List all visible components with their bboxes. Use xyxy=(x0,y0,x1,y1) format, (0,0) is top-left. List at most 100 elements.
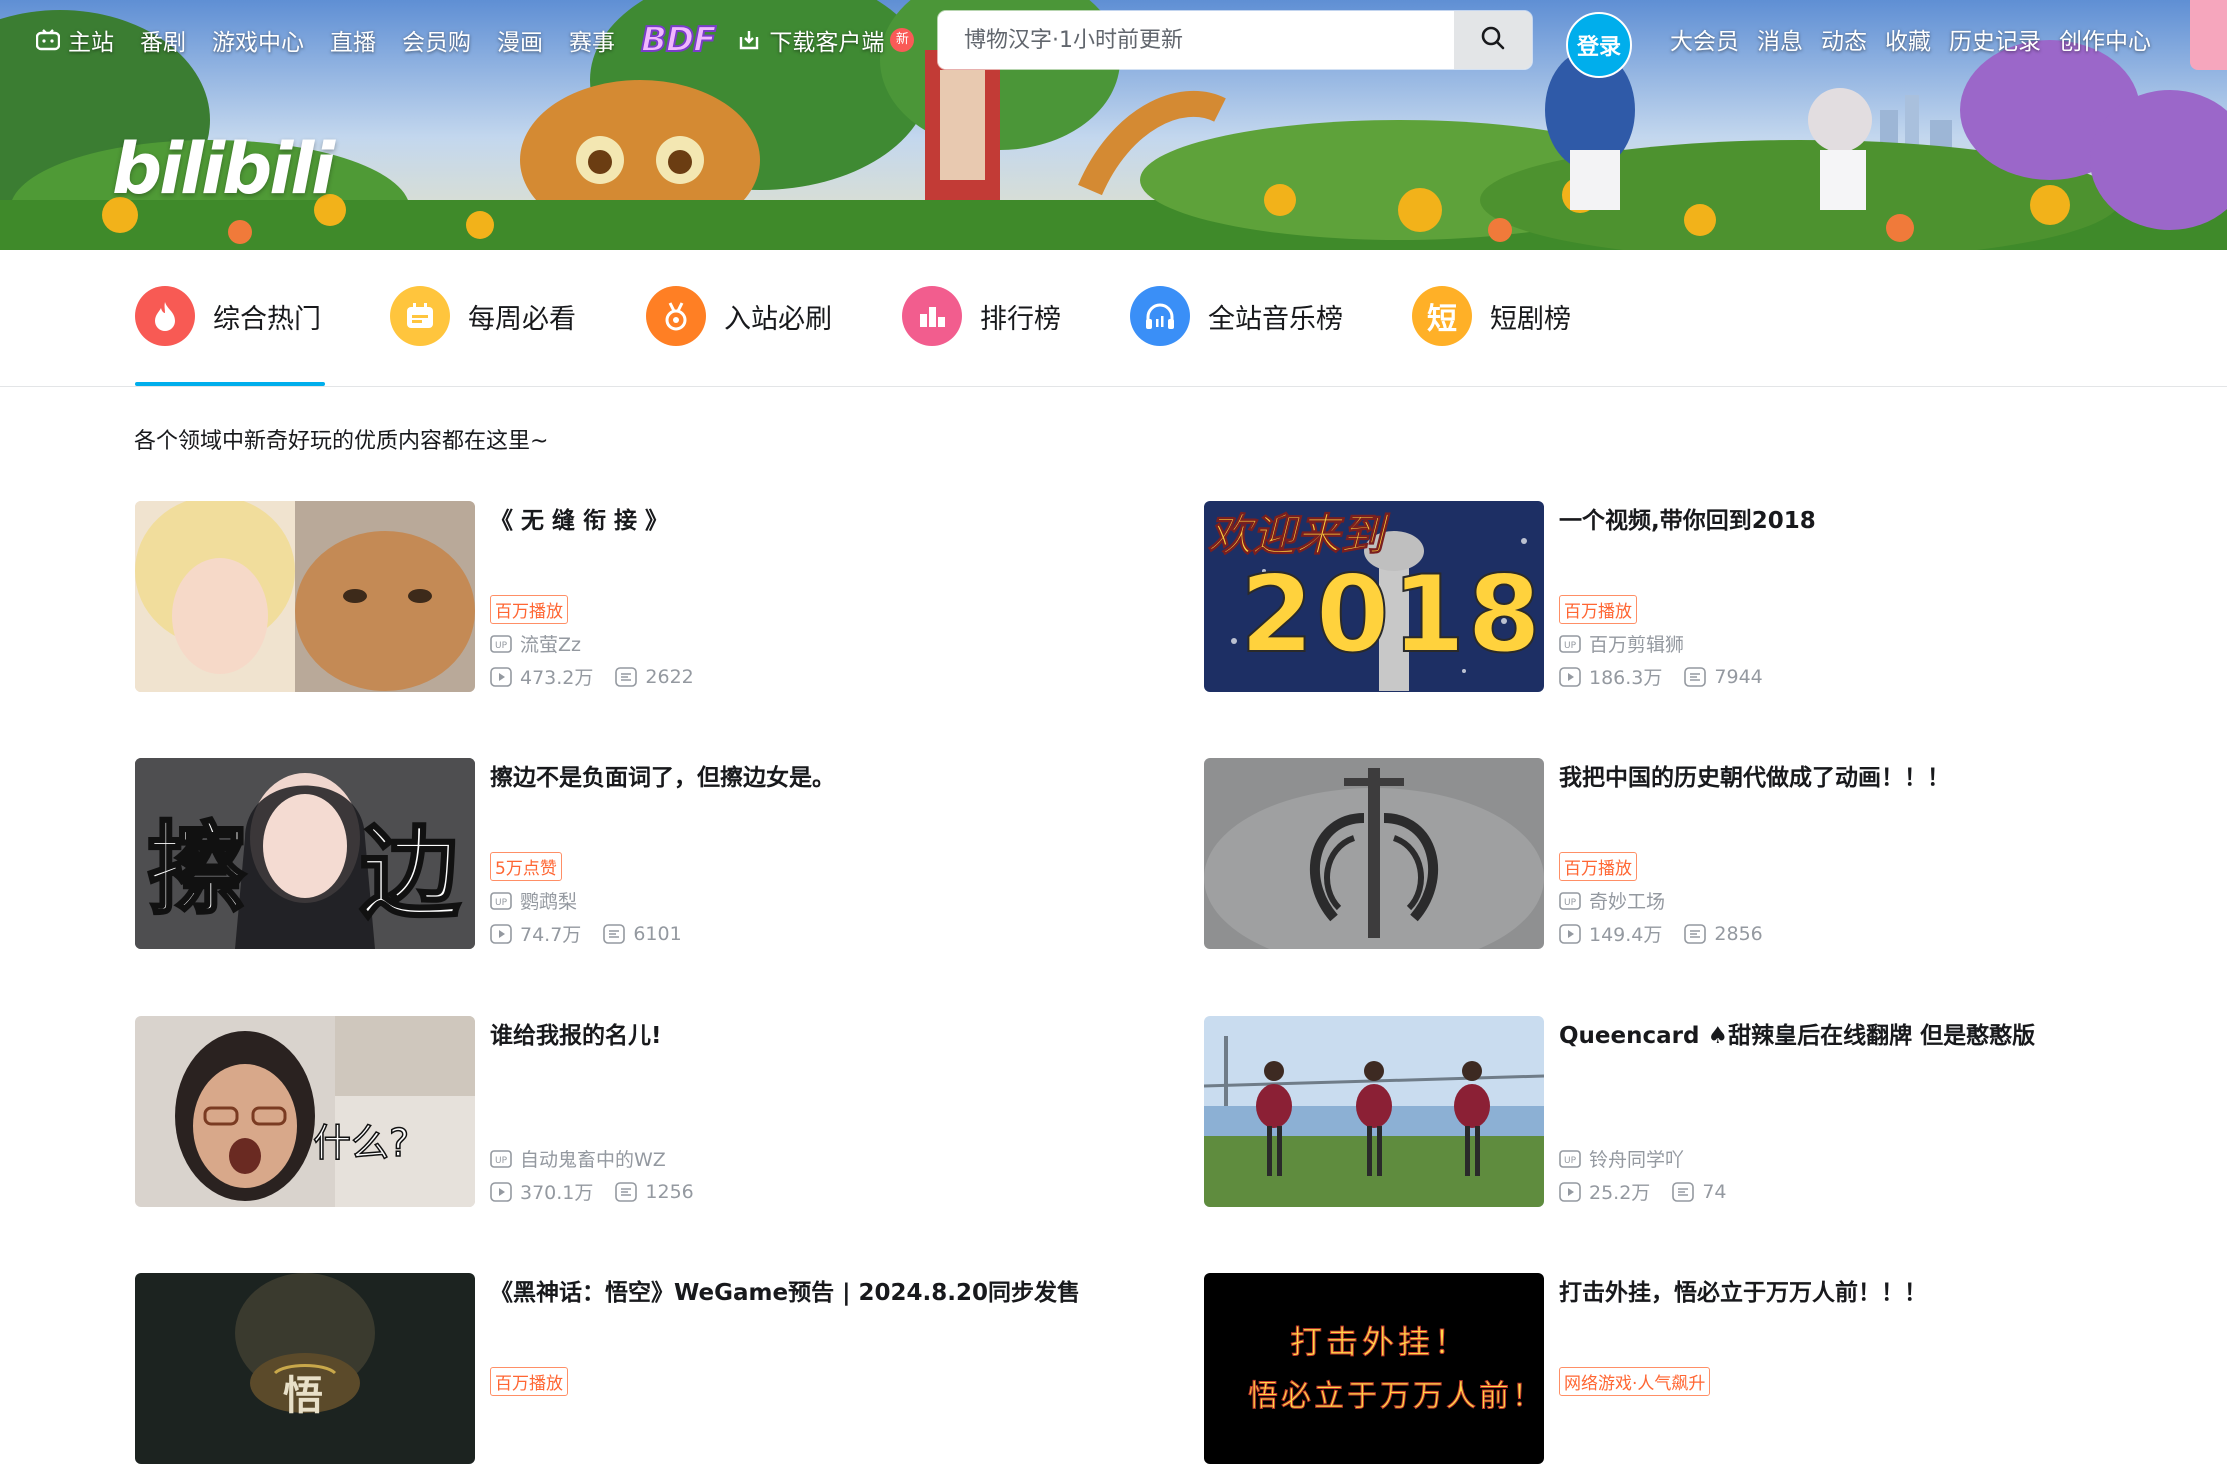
nav-manga[interactable]: 漫画 xyxy=(497,23,543,57)
play-count-icon xyxy=(1559,666,1581,687)
active-tab-indicator xyxy=(135,382,325,386)
play-count-icon xyxy=(490,1181,512,1202)
video-card[interactable]: 我把中国的历史朝代做成了动画！！！ 百万播放 UP 奇妙工场 149.4万 28… xyxy=(1204,758,2204,951)
video-thumbnail[interactable]: 悟 xyxy=(135,1273,475,1464)
danmaku-icon xyxy=(1684,923,1707,944)
nav-esports[interactable]: 赛事 xyxy=(569,23,615,57)
thumbnail-caption: 边 xyxy=(359,814,462,934)
view-count: 186.3万 xyxy=(1589,667,1663,689)
danmaku-count: 6101 xyxy=(633,922,682,945)
nav-shop[interactable]: 会员购 xyxy=(402,23,471,57)
video-card[interactable]: 什么? 谁给我报的名儿! UP 自动鬼畜中的WZ 370.1万 1256 xyxy=(135,1016,1135,1209)
uploader[interactable]: UP 自动鬼畜中的WZ xyxy=(490,1145,666,1172)
uploader-name: 鹦鹉梨 xyxy=(520,891,578,913)
thumbnail-caption: 悟 xyxy=(283,1373,323,1419)
video-stats: 370.1万 1256 xyxy=(490,1178,716,1205)
up-icon: UP xyxy=(1559,1149,1581,1168)
video-card[interactable]: 悟 《黑神话：悟空》WeGame预告 | 2024.8.20同步发售 百万播放 xyxy=(135,1273,1135,1466)
svg-text:UP: UP xyxy=(1564,641,1577,651)
video-tag: 百万播放 xyxy=(490,595,568,624)
svg-text:UP: UP xyxy=(1564,1156,1577,1166)
danmaku-count: 1256 xyxy=(645,1180,694,1203)
video-thumbnail[interactable] xyxy=(1204,1016,1544,1207)
bilibili-logo[interactable]: bilibili xyxy=(112,128,335,210)
video-title[interactable]: 我把中国的历史朝代做成了动画！！！ xyxy=(1559,758,1950,792)
video-card[interactable]: 打击外挂！ 悟必立于万万人前！ 打击外挂，悟必立于万万人前！！！ 网络游戏·人气… xyxy=(1204,1273,2204,1466)
uploader[interactable]: UP 百万剪辑狮 xyxy=(1559,630,1684,657)
nav-favorites[interactable]: 收藏 xyxy=(1885,22,1931,56)
search-icon xyxy=(1480,25,1506,55)
danmaku-count: 2622 xyxy=(645,665,694,688)
video-thumbnail[interactable] xyxy=(1204,758,1544,949)
search-input[interactable] xyxy=(938,11,1454,69)
play-count-icon xyxy=(1559,1181,1581,1202)
danmaku-icon xyxy=(1672,1181,1695,1202)
nav-messages[interactable]: 消息 xyxy=(1757,22,1803,56)
video-card[interactable]: 欢迎来到 2018 一个视频,带你回到2018 百万播放 UP 百万剪辑狮 18… xyxy=(1204,501,2204,694)
video-thumbnail[interactable]: 打击外挂！ 悟必立于万万人前！ xyxy=(1204,1273,1544,1464)
tab-short-drama[interactable]: 短 短剧榜 xyxy=(1412,286,1571,346)
tab-popular[interactable]: 综合热门 xyxy=(135,286,321,346)
nav-home[interactable]: 主站 xyxy=(36,23,114,57)
play-count-icon xyxy=(490,923,512,944)
video-title[interactable]: 擦边不是负面词了，但擦边女是。 xyxy=(490,758,835,792)
nav-game-center[interactable]: 游戏中心 xyxy=(212,23,304,57)
video-title[interactable]: 谁给我报的名儿! xyxy=(490,1016,662,1050)
uploader[interactable]: UP 流萤Zz xyxy=(490,630,581,657)
video-stats: 473.2万 2622 xyxy=(490,663,716,690)
danmaku-count: 2856 xyxy=(1714,922,1763,945)
ranking-icon xyxy=(902,286,962,346)
video-thumbnail[interactable] xyxy=(135,501,475,692)
thumbnail-caption: 擦 xyxy=(146,810,249,930)
tab-weekly[interactable]: 每周必看 xyxy=(390,286,576,346)
short-drama-icon: 短 xyxy=(1412,286,1472,346)
video-tag: 百万播放 xyxy=(1559,852,1637,881)
search-button[interactable] xyxy=(1454,11,1532,69)
tab-music-chart[interactable]: 全站音乐榜 xyxy=(1130,286,1343,346)
login-button[interactable]: 登录 xyxy=(1566,12,1632,78)
svg-text:UP: UP xyxy=(1564,898,1577,908)
tab-must-watch[interactable]: 入站必刷 xyxy=(646,286,832,346)
video-title[interactable]: 《 无 缝 衔 接 》 xyxy=(490,501,668,535)
danmaku-count: 7944 xyxy=(1714,665,1763,688)
video-title[interactable]: Queencard ♠甜辣皇后在线翻牌 但是憨憨版 xyxy=(1559,1016,2035,1050)
svg-text:UP: UP xyxy=(495,1156,508,1166)
video-thumbnail[interactable]: 欢迎来到 2018 xyxy=(1204,501,1544,692)
video-card[interactable]: 《 无 缝 衔 接 》 百万播放 UP 流萤Zz 473.2万 2622 xyxy=(135,501,1135,694)
nav-vip[interactable]: 大会员 xyxy=(1670,22,1739,56)
tagline: 各个领域中新奇好玩的优质内容都在这里~ xyxy=(134,429,549,454)
thumbnail-caption: 打击外挂！ xyxy=(1289,1323,1471,1362)
nav-dynamics[interactable]: 动态 xyxy=(1821,22,1867,56)
uploader[interactable]: UP 奇妙工场 xyxy=(1559,887,1665,914)
tab-short-drama-label: 短剧榜 xyxy=(1490,303,1571,335)
danmaku-icon xyxy=(603,923,626,944)
nav-creator-center[interactable]: 创作中心 xyxy=(2059,22,2151,56)
video-title[interactable]: 一个视频,带你回到2018 xyxy=(1559,501,1816,535)
view-count: 74.7万 xyxy=(520,924,582,946)
video-title[interactable]: 打击外挂，悟必立于万万人前！！！ xyxy=(1559,1273,1927,1307)
view-count: 473.2万 xyxy=(520,667,594,689)
danmaku-icon xyxy=(615,666,638,687)
nav-download-client[interactable]: 下载客户端 新 xyxy=(737,23,915,57)
upload-button[interactable] xyxy=(2190,0,2227,70)
bdf-logo[interactable]: BDF xyxy=(640,19,717,61)
view-count: 370.1万 xyxy=(520,1182,594,1204)
nav-anime[interactable]: 番剧 xyxy=(140,23,186,57)
video-card[interactable]: Queencard ♠甜辣皇后在线翻牌 但是憨憨版 UP 铃舟同学吖 25.2万… xyxy=(1204,1016,2204,1209)
video-thumbnail[interactable]: 什么? xyxy=(135,1016,475,1207)
nav-live[interactable]: 直播 xyxy=(330,23,376,57)
video-title[interactable]: 《黑神话：悟空》WeGame预告 | 2024.8.20同步发售 xyxy=(490,1273,1080,1307)
tab-ranking-label: 排行榜 xyxy=(980,303,1061,335)
tab-ranking[interactable]: 排行榜 xyxy=(902,286,1061,346)
svg-text:UP: UP xyxy=(495,898,508,908)
nav-history[interactable]: 历史记录 xyxy=(1949,22,2041,56)
uploader[interactable]: UP 鹦鹉梨 xyxy=(490,887,577,914)
tab-popular-label: 综合热门 xyxy=(213,303,321,335)
top-nav-left: 主站 番剧 游戏中心 直播 会员购 漫画 赛事 BDF 下载客户端 新 xyxy=(36,19,940,61)
video-thumbnail[interactable]: 擦 边 xyxy=(135,758,475,949)
video-stats: 25.2万 74 xyxy=(1559,1178,1749,1205)
svg-text:UP: UP xyxy=(495,641,508,651)
thumbnail-caption: 悟必立于万万人前！ xyxy=(1248,1379,1544,1415)
uploader[interactable]: UP 铃舟同学吖 xyxy=(1559,1145,1684,1172)
video-card[interactable]: 擦 边 擦边不是负面词了，但擦边女是。 5万点赞 UP 鹦鹉梨 74.7万 61… xyxy=(135,758,1135,951)
